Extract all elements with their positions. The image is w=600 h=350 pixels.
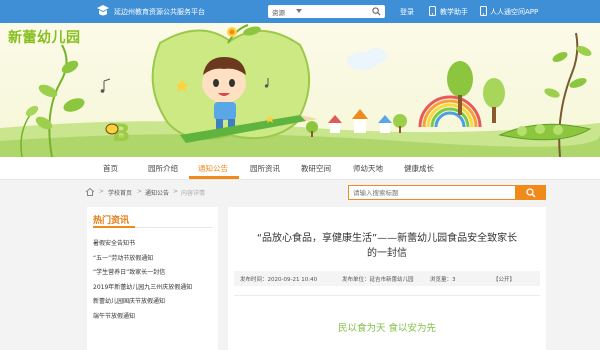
chevron-down-icon[interactable] bbox=[296, 9, 302, 13]
breadcrumb-current: 内容详情 bbox=[181, 190, 206, 197]
school-name: 新蕾幼儿园 bbox=[8, 30, 81, 46]
breadcrumb-separator: > bbox=[99, 188, 105, 195]
hot-news-item[interactable]: “学生营养日”致家长一封信 bbox=[93, 267, 192, 282]
nav-item-teacher-child[interactable]: 师幼天地 bbox=[353, 163, 383, 174]
title-search-input[interactable] bbox=[348, 185, 516, 200]
heading-accent bbox=[93, 226, 135, 228]
app-phone-icon[interactable] bbox=[479, 6, 488, 16]
school-banner: B 新蕾幼儿园 bbox=[0, 23, 600, 157]
app-download-link[interactable]: 人人通空间APP bbox=[490, 7, 538, 17]
active-tab-indicator bbox=[189, 176, 239, 179]
hot-news-list: 暑假安全告知书 “五一”劳动节放假通知 “学生营养日”致家长一封信 2019年新… bbox=[93, 238, 192, 325]
search-scope-select[interactable]: 资源 bbox=[272, 7, 285, 17]
search-icon[interactable] bbox=[372, 7, 381, 16]
nav-item-school-news[interactable]: 园所资讯 bbox=[250, 163, 280, 174]
nav-item-health[interactable]: 健康成长 bbox=[404, 163, 434, 174]
search-icon bbox=[526, 188, 536, 198]
login-link[interactable]: 登录 bbox=[400, 7, 414, 17]
banner-illustration: B bbox=[0, 24, 600, 157]
publish-unit: 发布单位：延吉市新蕾幼儿园 bbox=[342, 277, 414, 283]
breadcrumb-school-home[interactable]: 学校首页 bbox=[108, 188, 132, 197]
article-title: “品放心食品，享健康生活”——新蕾幼儿园食品安全致家长 bbox=[256, 233, 518, 244]
hot-news-item[interactable]: 端午节放假通知 bbox=[93, 311, 192, 326]
article-slogan: 民以食为天 食以安为先 bbox=[337, 323, 437, 334]
view-count: 浏览量：3 bbox=[430, 277, 456, 283]
article-meta: 发布时间：2020-09-21 10:40 发布单位：延吉市新蕾幼儿园 浏览量：… bbox=[234, 271, 540, 286]
divider bbox=[234, 295, 540, 296]
breadcrumb-separator: > bbox=[137, 188, 143, 195]
publish-time: 发布时间：2020-09-21 10:40 bbox=[240, 277, 318, 283]
main-nav: 首页 园所介绍 通知公告 园所资讯 教研空间 师幼天地 健康成长 bbox=[0, 157, 600, 180]
breadcrumb-separator: > bbox=[173, 188, 179, 195]
hot-news-heading: 热门资讯 bbox=[93, 216, 130, 226]
nav-item-school-intro[interactable]: 园所介绍 bbox=[148, 163, 178, 174]
nav-item-notices[interactable]: 通知公告 bbox=[198, 163, 228, 174]
hot-news-item[interactable]: 暑假安全告知书 bbox=[93, 238, 192, 253]
top-bar: 延边州教育资源公共服务平台 资源 登录 教学助手 人人通空间APP bbox=[0, 0, 600, 23]
platform-name[interactable]: 延边州教育资源公共服务平台 bbox=[114, 7, 205, 17]
hot-news-item[interactable]: 新蕾幼儿园国庆节放假通知 bbox=[93, 296, 192, 311]
article-title-continued: 的一封信 bbox=[367, 248, 407, 259]
resource-search-box[interactable]: 资源 bbox=[268, 5, 385, 18]
flower-icon bbox=[227, 27, 237, 37]
nav-item-home[interactable]: 首页 bbox=[103, 163, 118, 174]
hot-news-item[interactable]: 2019年新蕾幼儿园九三州庆放假通知 bbox=[93, 282, 192, 297]
platform-logo-icon[interactable] bbox=[96, 4, 110, 18]
article-panel: “品放心食品，享健康生活”——新蕾幼儿园食品安全致家长 的一封信 发布时间：20… bbox=[228, 207, 546, 350]
nav-item-research[interactable]: 教研空间 bbox=[301, 163, 331, 174]
breadcrumb-notices[interactable]: 通知公告 bbox=[145, 188, 169, 197]
cloud-icon bbox=[347, 48, 387, 70]
home-icon[interactable] bbox=[85, 187, 95, 197]
title-search-button[interactable] bbox=[516, 185, 546, 200]
hot-news-item[interactable]: “五一”劳动节放假通知 bbox=[93, 253, 192, 268]
teaching-assistant-link[interactable]: 教学助手 bbox=[440, 7, 468, 17]
hot-news-panel: 热门资讯 暑假安全告知书 “五一”劳动节放假通知 “学生营养日”致家长一封信 2… bbox=[87, 207, 218, 350]
phone-icon[interactable] bbox=[428, 6, 437, 16]
visibility-badge: 【公开】 bbox=[493, 277, 516, 283]
rainbow-icon bbox=[418, 95, 482, 128]
